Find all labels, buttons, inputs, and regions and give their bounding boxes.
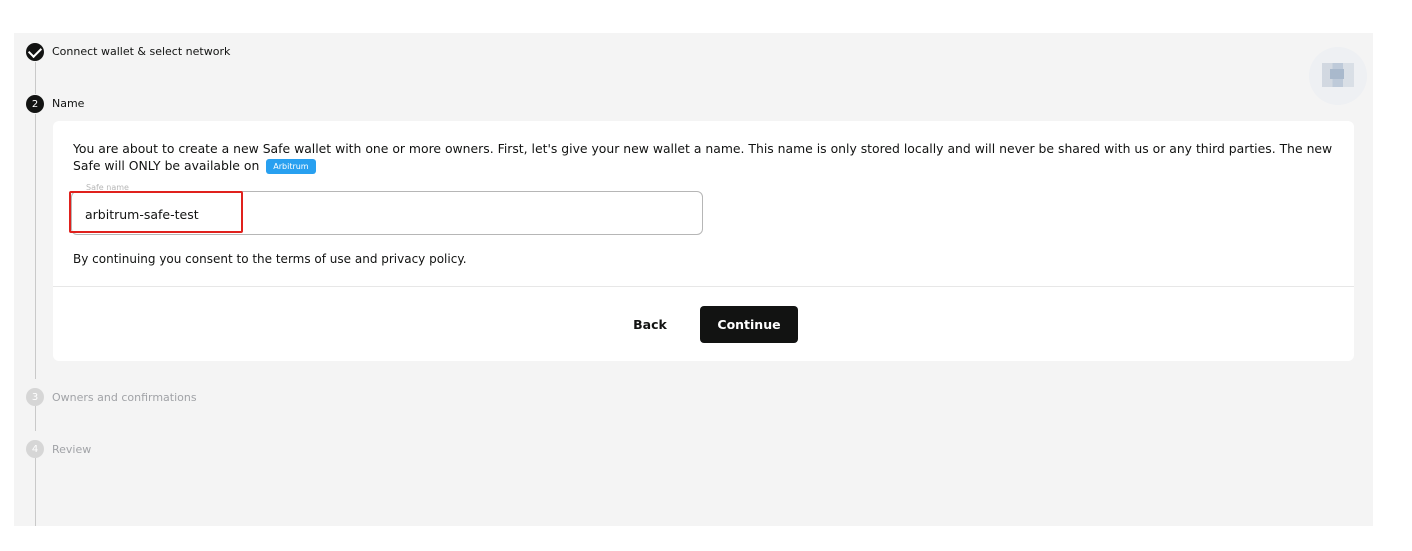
card-divider — [53, 286, 1354, 287]
name-step-card: You are about to create a new Safe walle… — [53, 121, 1354, 361]
safe-name-field[interactable] — [71, 191, 703, 235]
network-chip: Arbitrum — [266, 159, 316, 174]
step-completed-check-icon — [26, 43, 44, 61]
step-label-name: Name — [52, 97, 85, 110]
step-number-icon: 4 — [26, 440, 44, 458]
stepper-connector — [35, 406, 36, 431]
description-text: You are about to create a new Safe walle… — [73, 141, 1333, 173]
check-icon — [27, 43, 43, 58]
account-avatar[interactable] — [1309, 47, 1367, 105]
step-label-review: Review — [52, 443, 92, 456]
step-number-icon: 3 — [26, 388, 44, 406]
step-number-icon: 2 — [26, 95, 44, 113]
safe-name-label: Safe name — [84, 183, 131, 192]
stepper-connector — [35, 114, 36, 379]
safe-name-input[interactable] — [85, 204, 685, 224]
name-step-description: You are about to create a new Safe walle… — [73, 140, 1343, 174]
step-label-owners: Owners and confirmations — [52, 391, 197, 404]
avatar-blur-detail — [1330, 69, 1344, 79]
consent-text: By continuing you consent to the terms o… — [73, 252, 467, 266]
step-label-connect-wallet: Connect wallet & select network — [52, 45, 231, 58]
back-button[interactable]: Back — [619, 309, 681, 339]
stepper-connector — [35, 62, 36, 94]
safe-creation-panel: Connect wallet & select network 2 Name Y… — [14, 33, 1373, 526]
stepper-connector — [35, 458, 36, 526]
continue-button[interactable]: Continue — [700, 306, 798, 343]
